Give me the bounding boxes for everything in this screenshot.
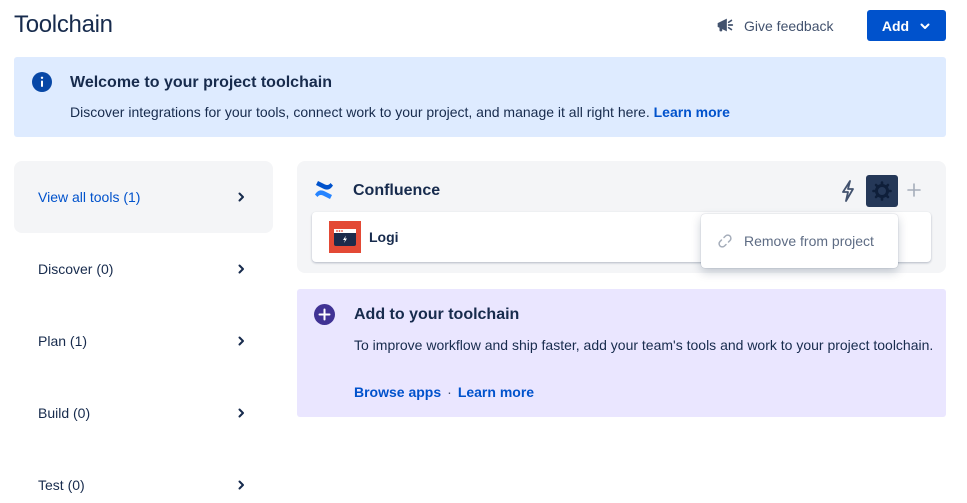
info-icon [32, 72, 52, 92]
add-to-toolchain-links: Browse apps · Learn more [354, 384, 534, 400]
unlink-icon [718, 234, 732, 248]
sidebar-item-build[interactable]: Build (0) [14, 377, 273, 449]
remove-from-project-menu-item[interactable]: Remove from project [701, 222, 898, 260]
link-separator: · [447, 384, 452, 400]
confluence-title: Confluence [353, 182, 441, 199]
welcome-learn-more-link[interactable]: Learn more [654, 104, 730, 120]
sidebar-item-discover[interactable]: Discover (0) [14, 233, 273, 305]
welcome-description: Discover integrations for your tools, co… [70, 104, 650, 120]
chevron-right-icon [238, 192, 244, 202]
add-to-toolchain-title: Add to your toolchain [354, 306, 520, 323]
sidebar-item-view-all-tools[interactable]: View all tools (1) [14, 161, 273, 233]
bolt-icon[interactable] [838, 180, 858, 202]
chevron-right-icon [238, 336, 244, 346]
chevron-right-icon [238, 480, 244, 490]
plus-icon[interactable] [906, 182, 922, 198]
add-to-toolchain-text: To improve workflow and ship faster, add… [354, 337, 934, 353]
browse-apps-link[interactable]: Browse apps [354, 384, 441, 400]
sidebar-item-label: Discover (0) [38, 261, 114, 277]
welcome-title: Welcome to your project toolchain [70, 74, 332, 91]
add-to-toolchain-banner: Add to your toolchain To improve workflo… [297, 289, 946, 417]
add-button[interactable]: Add [867, 10, 946, 41]
sidebar-item-label: View all tools (1) [38, 189, 141, 205]
add-circle-icon [314, 304, 335, 325]
add-toolchain-learn-more-link[interactable]: Learn more [458, 384, 534, 400]
give-feedback-label: Give feedback [744, 18, 834, 34]
remove-from-project-label: Remove from project [744, 233, 874, 249]
tool-name: Logi [369, 229, 399, 245]
welcome-text: Discover integrations for your tools, co… [70, 104, 730, 120]
gear-icon [872, 181, 892, 201]
logi-app-icon [329, 221, 361, 253]
settings-button[interactable] [866, 175, 898, 207]
sidebar-item-plan[interactable]: Plan (1) [14, 305, 273, 377]
chevron-right-icon [238, 408, 244, 418]
category-sidebar: View all tools (1) Discover (0) Plan (1)… [14, 161, 273, 503]
welcome-banner: Welcome to your project toolchain Discov… [14, 57, 946, 137]
sidebar-item-label: Test (0) [38, 477, 85, 493]
confluence-logo [315, 181, 333, 199]
sidebar-item-label: Plan (1) [38, 333, 88, 349]
add-button-label: Add [881, 17, 910, 34]
give-feedback-button[interactable]: Give feedback [714, 13, 834, 39]
chevron-down-icon [920, 23, 930, 29]
page-title: Toolchain [14, 11, 113, 38]
sidebar-item-test[interactable]: Test (0) [14, 449, 273, 503]
settings-dropdown-menu: Remove from project [701, 214, 898, 268]
megaphone-icon [714, 14, 736, 39]
sidebar-item-label: Build (0) [38, 405, 91, 421]
page-header: Toolchain Give feedback Add [0, 0, 967, 54]
chevron-right-icon [238, 264, 244, 274]
